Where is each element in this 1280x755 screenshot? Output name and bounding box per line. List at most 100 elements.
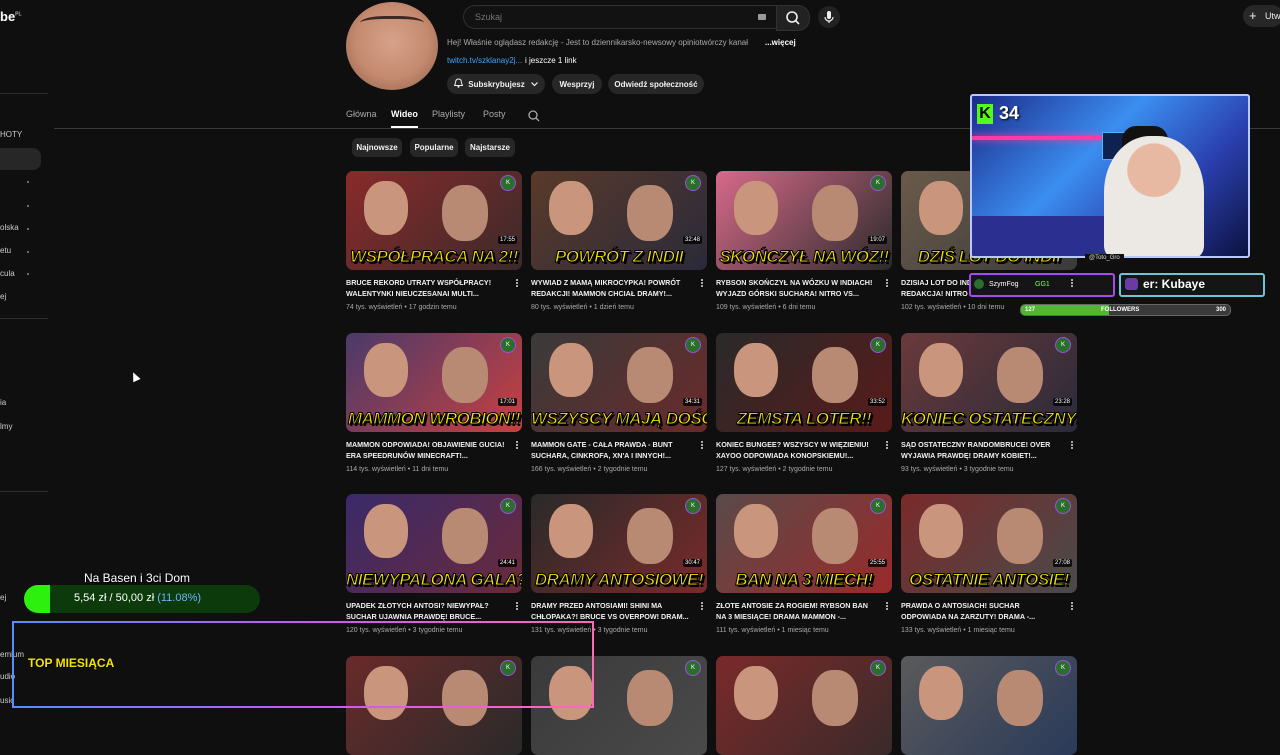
video-age: 3 tygodnie temu [963, 466, 1014, 473]
channel-badge-icon: K [500, 175, 516, 191]
video-thumbnail[interactable]: K NIEWYPALONA GALA? 24:41 [346, 494, 522, 593]
create-button[interactable]: + Utw [1243, 5, 1280, 27]
video-meta: 102 tys. wyświetleń • 10 dni temu [901, 304, 1005, 311]
more-options-icon[interactable] [701, 279, 704, 288]
video-thumbnail[interactable]: K [901, 656, 1077, 755]
video-title[interactable]: SĄD OSTATECZNY RANDOMBRUCE! OVER WYJAWIA… [901, 439, 1061, 461]
video-duration: 34:31 [682, 398, 702, 406]
sidebar-item-8[interactable]: ej [0, 593, 6, 602]
video-thumbnail[interactable]: K [716, 656, 892, 755]
sidebar-item-4[interactable]: cula [0, 269, 15, 278]
video-views: 74 tys. wyświetleń [346, 304, 403, 311]
community-button[interactable]: Odwiedź społeczność [608, 74, 704, 94]
channel-search-icon[interactable] [528, 109, 540, 127]
more-options-icon[interactable] [1071, 441, 1074, 450]
more-options-icon[interactable] [516, 441, 519, 450]
more-options-icon[interactable] [1071, 602, 1074, 611]
search-button[interactable] [776, 5, 810, 31]
tab-glowna[interactable]: Główna [346, 109, 377, 119]
chip-najnowsze[interactable]: Najnowsze [352, 138, 402, 157]
sidebar-item-2[interactable]: olska [0, 223, 19, 232]
thumbnail-caption: KONIEC OSTATECZNY! [901, 409, 1077, 429]
video-thumbnail[interactable]: K SKOŃCZYŁ NA WÓZ!! 19:07 [716, 171, 892, 270]
video-title[interactable]: MAMMON GATE - CAŁA PRAWDA - BUNT SUCHARA… [531, 439, 691, 461]
keyboard-icon[interactable] [758, 14, 766, 20]
thumbnail-face [442, 185, 488, 241]
video-thumbnail[interactable]: K POWRÓT Z INDII 32:48 [531, 171, 707, 270]
thumbnail-face [549, 181, 593, 235]
video-title[interactable]: RYBSON SKOŃCZYŁ NA WÓZKU W INDIACH! WYJA… [716, 277, 876, 299]
sidebar-live-dot [27, 228, 29, 230]
thumbnail-caption: OSTATNIE ANTOSIE! [909, 570, 1070, 590]
thumbnail-face [812, 347, 858, 403]
voice-search-button[interactable] [818, 6, 840, 28]
channel-description[interactable]: Hej! Właśnie oglądasz redakcję - Jest to… [447, 38, 797, 47]
video-thumbnail[interactable]: K DRAMY ANTOSIOWE! 30:47 [531, 494, 707, 593]
video-title[interactable]: MAMMON ODPOWIADA! OBJAWIENIE GUCIA! ERA … [346, 439, 506, 461]
description-more-link[interactable]: ...więcej [765, 38, 796, 47]
more-options-icon[interactable] [886, 602, 889, 611]
more-options-icon[interactable] [886, 279, 889, 288]
kick-logo-icon: K [977, 104, 993, 124]
video-title[interactable]: WYWIAD Z MAMĄ MIKROCYPKA! POWRÓT REDAKCJ… [531, 277, 691, 299]
more-options-icon[interactable] [886, 441, 889, 450]
tab-playlisty[interactable]: Playlisty [432, 109, 465, 119]
more-options-icon[interactable] [516, 602, 519, 611]
chat-overlay: SzymFog GG1 [969, 273, 1115, 297]
thumbnail-face [364, 343, 408, 397]
video-duration: 23:28 [1052, 398, 1072, 406]
bell-icon [454, 78, 464, 90]
thumbnail-face [997, 670, 1043, 726]
more-options-icon[interactable] [701, 441, 704, 450]
video-thumbnail[interactable]: K OSTATNIE ANTOSIE! 27:08 [901, 494, 1077, 593]
thumbnail-face [734, 181, 778, 235]
video-title[interactable]: BRUCE REKORD UTRATY WSPÓŁPRACY! WALENTYN… [346, 277, 506, 299]
channel-badge-icon: K [870, 175, 886, 191]
channel-badge-icon: K [870, 498, 886, 514]
video-meta: 166 tys. wyświetleń • 2 tygodnie temu [531, 466, 648, 473]
sidebar-item-6[interactable]: ia [0, 398, 6, 407]
video-thumbnail[interactable]: K MAMMON WROBION!! 17:01 [346, 333, 522, 432]
tab-wideo[interactable]: Wideo [391, 109, 418, 119]
channel-links-more[interactable]: i jeszcze 1 link [525, 56, 577, 65]
subscribe-button[interactable]: Subskrybujesz [447, 74, 545, 94]
chat-user: SzymFog [989, 281, 1019, 288]
more-options-icon[interactable] [701, 602, 704, 611]
channel-badge-icon: K [685, 498, 701, 514]
channel-avatar[interactable] [346, 2, 438, 90]
sidebar-item-1[interactable]: HOTY [0, 130, 22, 139]
channel-badge-icon: K [870, 337, 886, 353]
goal-target: 50,00 zł [115, 592, 155, 604]
more-options-icon[interactable] [516, 279, 519, 288]
video-thumbnail[interactable]: K ZEMSTA LOTER!! 33:52 [716, 333, 892, 432]
chip-najstarsze[interactable]: Najstarsze [465, 138, 515, 157]
support-button[interactable]: Wesprzyj [552, 74, 602, 94]
video-title[interactable]: UPADEK ZŁOTYCH ANTOSI? NIEWYPAŁ? SUCHAR … [346, 600, 506, 622]
search-input[interactable] [473, 11, 737, 23]
channel-badge-icon: K [500, 337, 516, 353]
sub-alert-text: er: Kubaye [1143, 277, 1206, 291]
sidebar-item-3[interactable]: etu [0, 246, 11, 255]
video-thumbnail[interactable]: K BAN NA 3 MIECH! 25:55 [716, 494, 892, 593]
channel-link[interactable]: twitch.tv/szklanay2j... [447, 56, 522, 65]
sidebar-active-item[interactable] [0, 148, 41, 170]
thumbnail-face [997, 347, 1043, 403]
video-thumbnail[interactable]: K WSZYSCY MAJĄ DOŚĆ 34:31 [531, 333, 707, 432]
video-age: 2 tygodnie temu [782, 466, 833, 473]
video-thumbnail[interactable]: K KONIEC OSTATECZNY! 23:28 [901, 333, 1077, 432]
mouse-cursor [129, 370, 141, 383]
video-duration: 17:55 [497, 236, 517, 244]
sidebar-item-7[interactable]: lmy [0, 422, 12, 431]
channel-badge-icon: K [685, 660, 701, 676]
video-title[interactable]: PRAWDA O ANTOSIACH! SUCHAR ODPOWIADA NA … [901, 600, 1061, 622]
video-title[interactable]: KONIEC BUNGEE? WSZYSCY W WIĘZIENIU! XAYO… [716, 439, 876, 461]
video-title[interactable]: DRAMY PRZED ANTOSIAMI! SHINI MA CHŁOPAKA… [531, 600, 691, 622]
video-duration: 33:52 [867, 398, 887, 406]
sidebar-item-5[interactable]: ej [0, 292, 6, 301]
video-duration: 32:48 [682, 236, 702, 244]
video-title[interactable]: ZŁOTE ANTOSIE ZA ROGIEM! RYBSON BAN NA 3… [716, 600, 876, 622]
video-thumbnail[interactable]: K WSPÓŁPRACA NA 2!! 17:55 [346, 171, 522, 270]
tab-posty[interactable]: Posty [483, 109, 506, 119]
chip-popularne[interactable]: Popularne [410, 138, 458, 157]
youtube-logo[interactable]: bePL [0, 9, 22, 24]
